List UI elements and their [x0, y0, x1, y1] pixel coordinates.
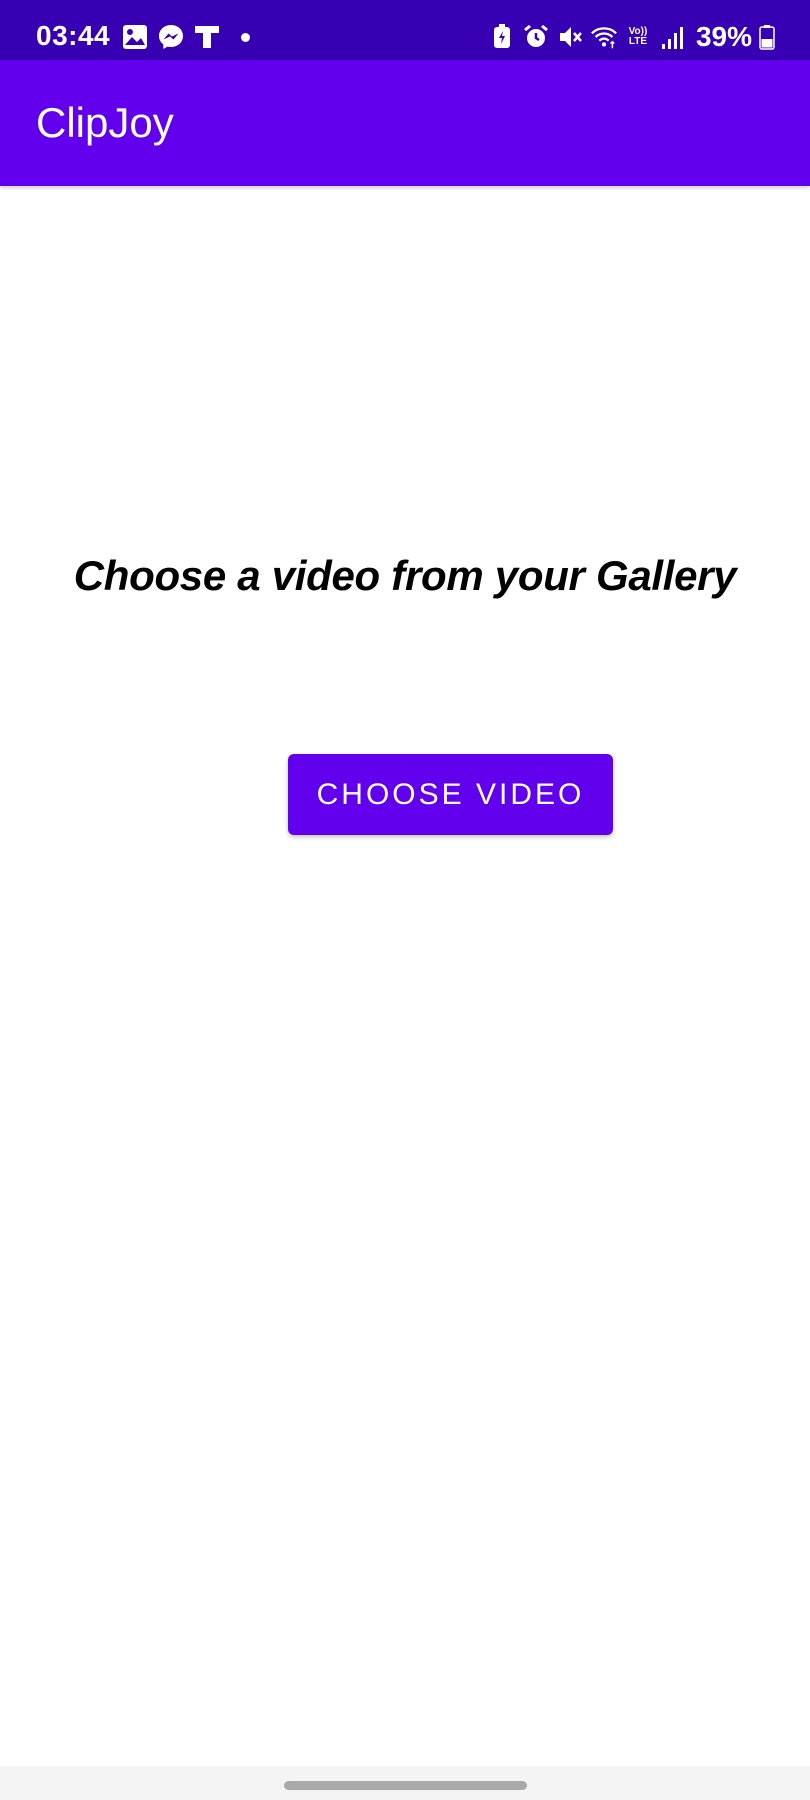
mute-icon: [556, 23, 584, 51]
notification-dot-icon: [241, 32, 250, 42]
signal-icon: [658, 23, 686, 51]
battery-saver-icon: [488, 23, 516, 51]
messenger-icon: [157, 23, 185, 51]
app-bar: ClipJoy: [0, 60, 810, 186]
choose-video-prompt: Choose a video from your Gallery: [73, 552, 737, 599]
status-notification-icons: [121, 22, 250, 52]
wifi-icon: [590, 23, 618, 51]
alarm-icon: [522, 23, 550, 51]
choose-video-button[interactable]: CHOOSE VIDEO: [288, 754, 613, 835]
app-title: ClipJoy: [36, 99, 174, 146]
status-system-icons: Vo)) LTE 39%: [488, 21, 776, 52]
battery-percent: 39%: [695, 21, 752, 52]
navigation-bar: [0, 1766, 810, 1800]
status-bar: 03:44 Vo)) LTE 39%: [0, 0, 810, 60]
gallery-icon: [121, 23, 149, 51]
status-time: 03:44: [36, 20, 111, 51]
battery-icon: [758, 23, 776, 51]
t-app-icon: [193, 23, 221, 51]
volte-icon: Vo)) LTE: [628, 26, 648, 47]
home-gesture-handle[interactable]: [284, 1781, 527, 1790]
